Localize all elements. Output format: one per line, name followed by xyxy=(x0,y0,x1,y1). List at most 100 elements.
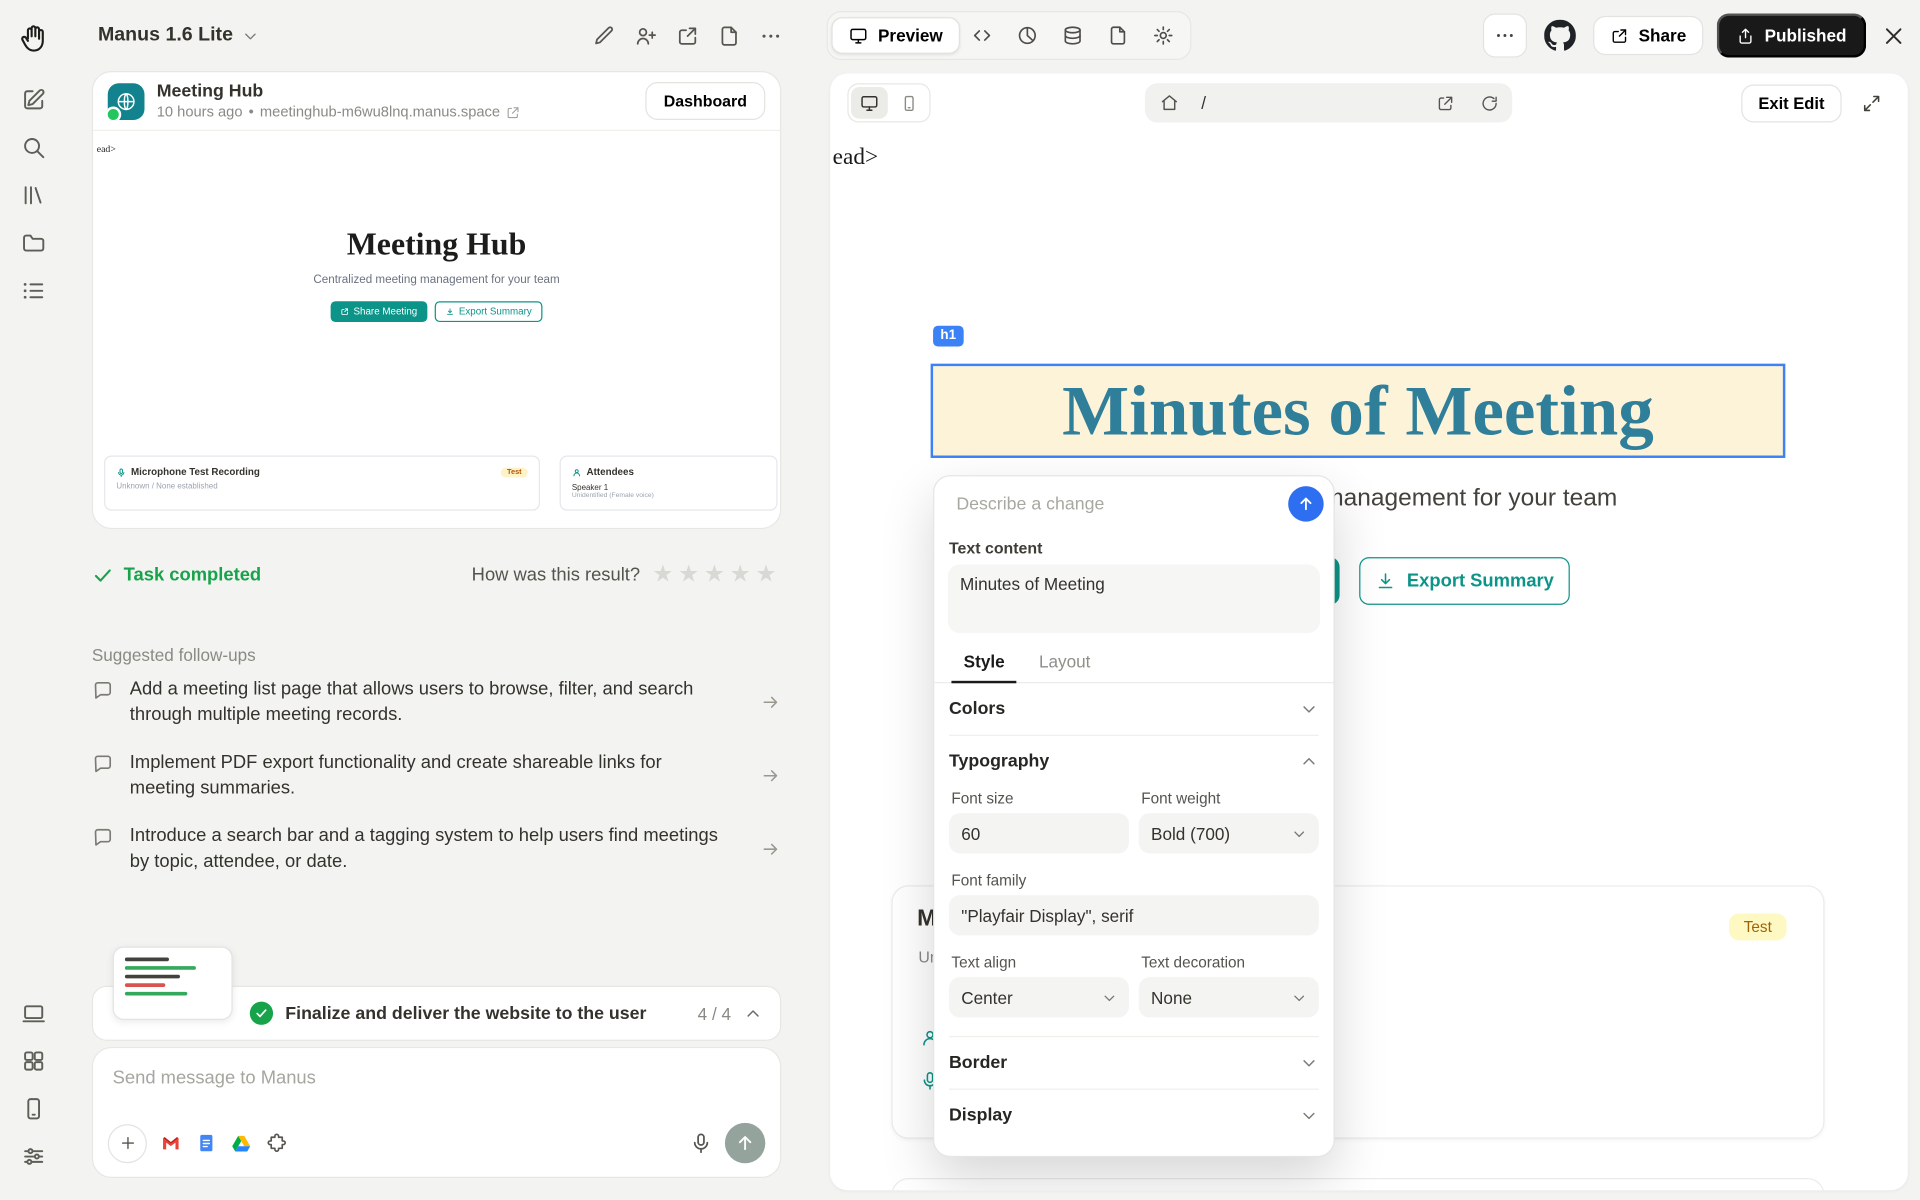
chat-panel: Manus 1.6 Lite Meeting Hub 10 hours ago … xyxy=(67,0,814,1200)
tasks-list-icon[interactable] xyxy=(13,269,55,311)
share-task-icon[interactable] xyxy=(675,23,699,47)
element-editor-popup: Text content Minutes of Meeting Style La… xyxy=(933,475,1335,1158)
tab-style[interactable]: Style xyxy=(951,644,1017,684)
settings-sliders-icon[interactable] xyxy=(13,1135,55,1177)
file-view-icon[interactable] xyxy=(1096,16,1141,55)
invite-user-icon[interactable] xyxy=(633,23,657,47)
github-icon[interactable] xyxy=(1541,16,1580,55)
project-url[interactable]: meetinghub-m6wu8lnq.manus.space xyxy=(260,103,500,121)
text-align-select[interactable]: Center xyxy=(948,977,1129,1018)
more-options-button[interactable] xyxy=(1483,13,1528,58)
followups-heading: Suggested follow-ups xyxy=(91,645,256,665)
laptop-device-icon[interactable] xyxy=(13,992,55,1034)
chevron-up-icon[interactable] xyxy=(743,1003,763,1023)
typography-section-toggle[interactable]: Typography xyxy=(949,736,1319,787)
google-drive-icon[interactable] xyxy=(229,1131,253,1155)
external-link-icon[interactable] xyxy=(506,105,521,120)
site-favicon-globe-icon xyxy=(105,82,145,122)
url-bar[interactable]: / xyxy=(1144,83,1513,123)
dashboard-button[interactable]: Dashboard xyxy=(645,82,766,121)
chevron-down-icon xyxy=(1299,699,1319,719)
gmail-icon[interactable] xyxy=(158,1131,182,1155)
colors-section-toggle[interactable]: Colors xyxy=(948,683,1319,736)
preview-tab[interactable]: Preview xyxy=(831,17,960,54)
star-icon: ★ xyxy=(729,562,756,588)
send-button[interactable] xyxy=(724,1122,766,1164)
microphone-icon[interactable] xyxy=(687,1130,714,1157)
code-view-icon[interactable] xyxy=(960,16,1005,55)
apps-grid-icon[interactable] xyxy=(13,1040,55,1082)
message-input[interactable] xyxy=(93,1048,781,1096)
followup-item[interactable]: Implement PDF export functionality and c… xyxy=(92,738,781,811)
exit-edit-button[interactable]: Exit Edit xyxy=(1741,83,1842,122)
more-options-icon[interactable] xyxy=(758,23,782,47)
text-decoration-select[interactable]: None xyxy=(1138,977,1319,1018)
search-icon[interactable] xyxy=(13,126,55,168)
project-title: Meeting Hub xyxy=(156,81,264,102)
describe-change-input[interactable] xyxy=(953,492,1279,515)
project-time: 10 hours ago xyxy=(156,102,243,121)
selected-heading-element[interactable]: Minutes of Meeting xyxy=(930,363,1786,458)
close-icon[interactable] xyxy=(1880,22,1907,49)
text-decoration-label: Text decoration xyxy=(1141,953,1246,972)
chevron-down-icon xyxy=(1291,989,1308,1006)
border-section-toggle[interactable]: Border xyxy=(948,1035,1319,1089)
manus-logo xyxy=(13,17,55,59)
export-file-icon[interactable] xyxy=(716,23,740,47)
phone-device-icon[interactable] xyxy=(13,1087,55,1129)
project-card[interactable]: Meeting Hub 10 hours ago • meetinghub-m6… xyxy=(91,71,782,529)
model-selector[interactable]: Manus 1.6 Lite xyxy=(98,24,260,46)
export-summary-button[interactable]: Export Summary xyxy=(1359,557,1570,605)
extensions-puzzle-icon[interactable] xyxy=(264,1131,288,1155)
share-button[interactable]: Share xyxy=(1593,15,1704,56)
tab-layout[interactable]: Layout xyxy=(1027,644,1103,683)
test-badge: Test xyxy=(1729,913,1787,941)
edit-pen-icon[interactable] xyxy=(591,23,615,47)
font-family-input[interactable] xyxy=(948,895,1319,936)
followup-item[interactable]: Add a meeting list page that allows user… xyxy=(92,665,781,738)
open-external-icon[interactable] xyxy=(1434,92,1456,114)
chevron-down-icon xyxy=(1101,989,1118,1006)
new-task-button[interactable] xyxy=(13,78,55,120)
mobile-view-icon[interactable] xyxy=(890,87,927,119)
text-align-label: Text align xyxy=(951,953,1017,972)
task-progress-label: Finalize and deliver the website to the … xyxy=(285,1003,647,1024)
star-rating[interactable]: ★★★★★ xyxy=(652,561,781,589)
followup-item[interactable]: Introduce a search bar and a tagging sys… xyxy=(92,812,781,885)
folder-icon[interactable] xyxy=(13,222,55,264)
stray-head-text: ead> xyxy=(832,144,879,171)
home-icon[interactable] xyxy=(1160,93,1180,113)
star-icon: ★ xyxy=(678,562,704,588)
submit-change-button[interactable] xyxy=(1288,486,1324,522)
maximize-icon[interactable] xyxy=(1859,91,1883,115)
settings-gear-icon[interactable] xyxy=(1141,16,1186,55)
refresh-icon[interactable] xyxy=(1478,92,1500,114)
thumb-attendees-card: Attendees Speaker 1 Unidentified (Female… xyxy=(559,455,778,511)
site-preview-thumbnail[interactable]: ead> Meeting Hub Centralized meeting man… xyxy=(93,131,781,528)
chevron-down-icon xyxy=(1291,825,1308,842)
text-content-textarea[interactable]: Minutes of Meeting xyxy=(947,564,1321,634)
database-icon[interactable] xyxy=(1051,16,1096,55)
display-section-toggle[interactable]: Display xyxy=(948,1088,1319,1142)
arrow-right-icon xyxy=(760,765,781,786)
thumb-share-meeting-button: Share Meeting xyxy=(330,301,428,323)
terminal-screenshot-thumbnail[interactable] xyxy=(112,946,233,1021)
published-button[interactable]: Published xyxy=(1716,13,1867,58)
thumb-export-summary-button: Export Summary xyxy=(434,301,543,323)
stray-head-text: ead> xyxy=(96,143,116,155)
desktop-view-icon[interactable] xyxy=(851,86,888,119)
page-heading: Minutes of Meeting xyxy=(1062,371,1654,451)
chat-bubble-icon xyxy=(92,753,114,775)
share-icon xyxy=(1610,26,1628,44)
upload-icon xyxy=(1736,26,1754,44)
analytics-pie-icon[interactable] xyxy=(1005,16,1050,55)
thumb-mic-card: Microphone Test Recording Test Unknown /… xyxy=(104,455,541,511)
text-content-label: Text content xyxy=(948,538,1043,558)
font-weight-label: Font weight xyxy=(1141,789,1221,807)
library-icon[interactable] xyxy=(13,174,55,216)
font-size-input[interactable] xyxy=(948,813,1129,854)
task-completed-label: Task completed xyxy=(123,564,262,586)
add-attachment-button[interactable] xyxy=(107,1123,147,1163)
font-weight-select[interactable]: Bold (700) xyxy=(1138,813,1319,854)
google-docs-icon[interactable] xyxy=(193,1131,217,1155)
